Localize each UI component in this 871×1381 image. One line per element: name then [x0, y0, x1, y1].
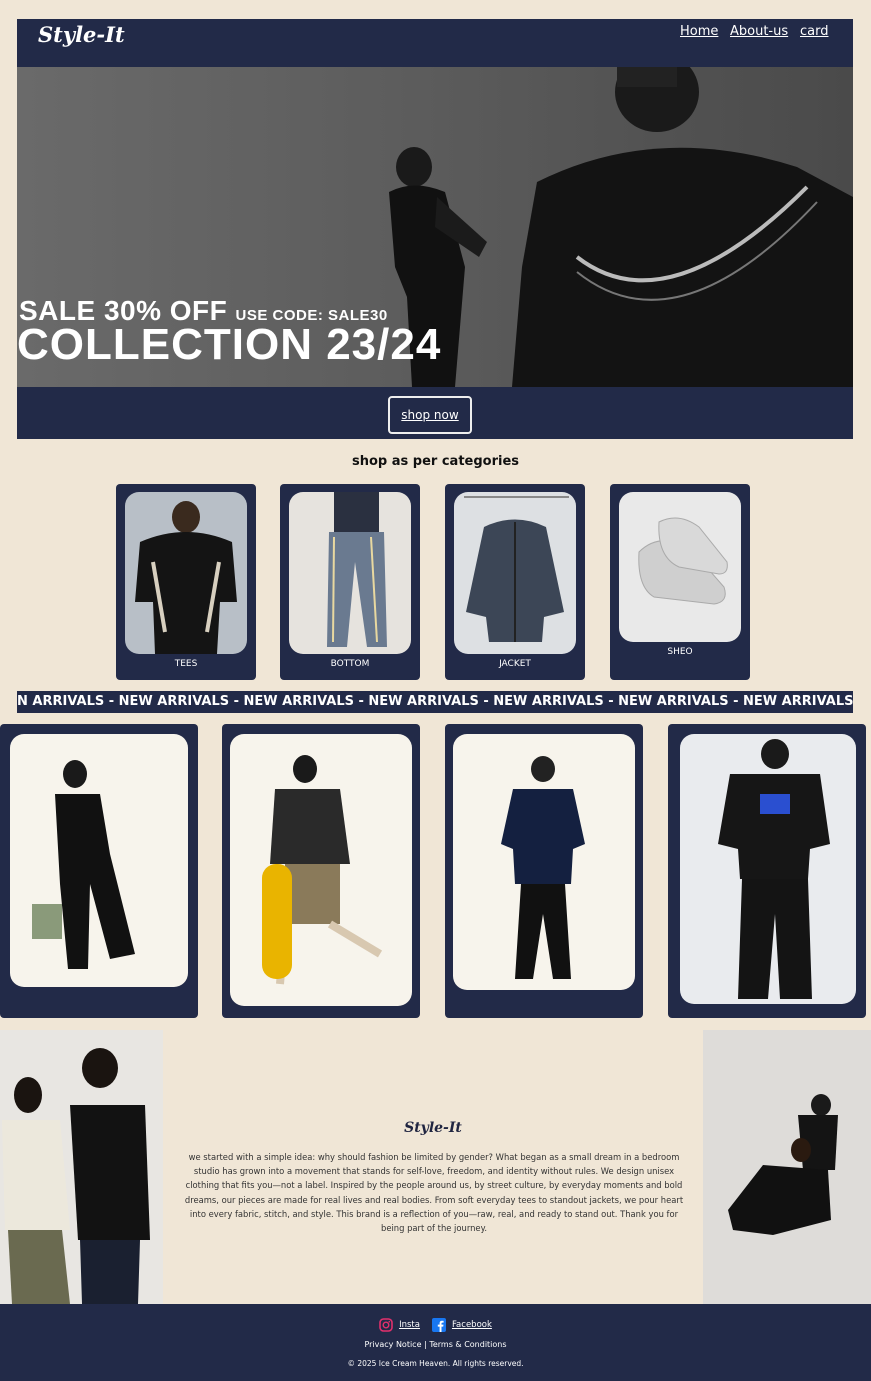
- new-arrivals-marquee: N ARRIVALS - NEW ARRIVALS - NEW ARRIVALS…: [17, 691, 853, 713]
- category-label: BOTTOM: [330, 659, 370, 669]
- about-title: Style-It: [404, 1120, 462, 1136]
- arrival-image: [680, 734, 856, 1004]
- social-links: Insta Facebook: [0, 1318, 871, 1332]
- about-left-image: [0, 1030, 163, 1304]
- facebook-link[interactable]: Facebook: [452, 1320, 492, 1330]
- bottom-image: [289, 492, 411, 654]
- shoe-image: [619, 492, 741, 642]
- brand-logo[interactable]: Style-It: [38, 22, 125, 47]
- shop-now-button[interactable]: shop now: [388, 396, 472, 434]
- insta-link[interactable]: Insta: [399, 1320, 420, 1330]
- category-label: TEES: [174, 659, 198, 669]
- header-bar: [17, 19, 853, 67]
- arrival-image: [453, 734, 635, 990]
- category-card-tees[interactable]: TEES: [116, 484, 256, 680]
- about-right-image: [703, 1030, 871, 1304]
- category-card-bottom[interactable]: BOTTOM: [280, 484, 420, 680]
- arrival-image: [10, 734, 188, 987]
- nav-home-link[interactable]: Home: [680, 24, 718, 39]
- arrival-card[interactable]: [222, 724, 420, 1018]
- terms-link[interactable]: Terms & Conditions: [429, 1340, 506, 1349]
- privacy-link[interactable]: Privacy Notice: [364, 1340, 421, 1349]
- hero-collection-title: COLLECTION 23/24: [17, 320, 442, 369]
- arrival-card[interactable]: [0, 724, 198, 1018]
- categories-heading: shop as per categories: [351, 454, 520, 469]
- footer-separator: |: [424, 1340, 427, 1349]
- category-label: JACKET: [499, 659, 531, 669]
- hero-banner: SALE 30% OFF USE CODE: SALE30 COLLECTION…: [17, 67, 853, 387]
- category-card-jacket[interactable]: JACKET: [445, 484, 585, 680]
- arrival-image: [230, 734, 412, 1006]
- arrival-card[interactable]: [445, 724, 643, 1018]
- category-card-sheo[interactable]: SHEO: [610, 484, 750, 680]
- footer: Insta Facebook Privacy Notice | Terms & …: [0, 1304, 871, 1381]
- category-label: SHEO: [667, 647, 693, 657]
- instagram-icon: [379, 1318, 393, 1332]
- arrival-card[interactable]: [668, 724, 866, 1018]
- footer-legal-links: Privacy Notice | Terms & Conditions: [0, 1340, 871, 1349]
- nav-card-link[interactable]: card: [800, 24, 828, 39]
- about-paragraph: we started with a simple idea: why shoul…: [184, 1152, 684, 1234]
- jacket-image: [454, 492, 576, 654]
- nav-about-link[interactable]: About-us: [730, 24, 788, 39]
- tees-image: [125, 492, 247, 654]
- facebook-icon: [431, 1318, 446, 1332]
- copyright-text: © 2025 Ice Cream Heaven. All rights rese…: [347, 1359, 524, 1368]
